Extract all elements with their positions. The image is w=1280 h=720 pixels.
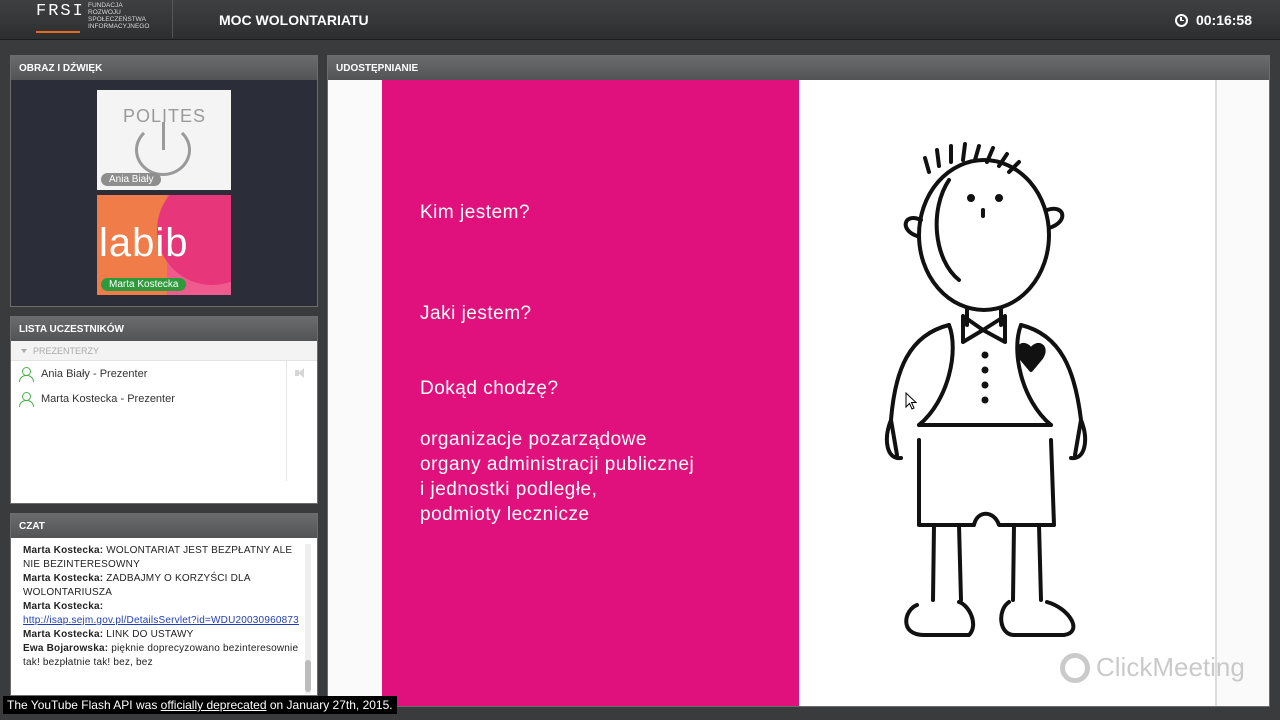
slide-list: organizacje pozarządowe organy administr… [420,427,694,527]
chat-author: Ewa Bojarowska: [23,643,109,654]
chat-scroll-thumb[interactable] [305,660,311,692]
slide-question-2: Jaki jestem? [420,303,532,324]
power-icon-line [162,122,165,150]
chat-author: Marta Kostecka: [23,601,104,612]
chat-header: CZAT [11,514,317,538]
participants-header: LISTA UCZESTNIKÓW [11,317,317,341]
sharing-header: UDOSTĘPNIANIE [328,56,1269,80]
group-label: PREZENTERZY [33,345,100,356]
deprecation-link[interactable]: officially deprecated [161,698,267,712]
participant-label: Marta Kostecka - Prezenter [41,392,175,405]
labib-logo: labib [99,221,189,265]
slide-area: Kim jestem? Jaki jestem? Dokąd chodzę? o… [328,80,1269,706]
chat-messages: Marta Kostecka: WOLONTARIAT JEST BEZPŁAT… [23,544,303,670]
slide-list-item: organizacje pozarządowe [420,429,647,450]
av-panel-body: POLITES Ania Biały labib Marta Kostecka [11,80,317,306]
user-icon [19,391,34,407]
chat-author: Marta Kostecka: [23,545,104,556]
chat-message: Marta Kostecka: ZADBAJMY O KORZYŚCI DLA … [23,572,303,600]
clickmeeting-watermark: ClickMeeting [1060,652,1245,683]
user-icon [19,366,34,382]
chat-message: Ewa Bojarowska: pięknie doprecyzowano be… [23,642,303,670]
speaker-icon[interactable] [295,368,309,378]
chat-author: Marta Kostecka: [23,573,104,584]
slide-list-item: i jednostki podległe, [420,479,598,500]
youtube-deprecation-notice: The YouTube Flash API was officially dep… [3,696,397,714]
video-thumb-ania[interactable]: POLITES Ania Biały [97,90,231,190]
clickmeeting-logo-icon [1060,652,1090,683]
chat-author: Marta Kostecka: [23,629,104,640]
frsi-logo: FRSI FUNDACJA ROZWOJU SPOŁECZEŃSTWA INFO… [20,0,172,38]
chat-message: Marta Kostecka: LINK DO USTAWY [23,628,303,642]
av-panel: OBRAZ I DŹWIĘK POLITES Ania Biały labib … [10,55,318,307]
slide-list-item: podmioty lecznicze [420,504,590,525]
notice-text-after: on January 27th, 2015. [266,698,393,712]
slide-illustration-area [799,80,1217,706]
timer-value: 00:16:58 [1195,12,1252,28]
video-thumb-marta[interactable]: labib Marta Kostecka [97,195,231,295]
participant-row[interactable]: Ania Biały - Prezenter [11,361,317,386]
sharing-panel: UDOSTĘPNIANIE Kim jestem? Jaki jestem? D… [327,55,1270,707]
chat-text: LINK DO USTAWY [106,629,194,640]
session-timer: 00:16:58 [1174,12,1252,28]
meeting-title: MOC WOLONTARIATU [219,12,369,28]
participants-group-header[interactable]: PREZENTERZY [11,341,317,361]
video-name-tag: Ania Biały [101,173,162,186]
participant-label: Ania Biały - Prezenter [41,367,148,380]
watermark-text: ClickMeeting [1096,652,1245,682]
video-name-tag: Marta Kostecka [101,278,187,291]
collapse-triangle-icon [21,348,27,353]
slide-question-1: Kim jestem? [420,202,531,223]
clock-icon [1174,13,1188,27]
chat-message: Marta Kostecka: http://isap.sejm.gov.pl/… [23,600,303,628]
chat-link[interactable]: http://isap.sejm.gov.pl/DetailsServlet?i… [23,615,299,626]
logo-underline [36,31,80,33]
top-bar: FRSI FUNDACJA ROZWOJU SPOŁECZEŃSTWA INFO… [0,0,1280,40]
av-panel-header: OBRAZ I DŹWIĘK [11,56,317,80]
participants-panel: LISTA UCZESTNIKÓW PREZENTERZY Ania Biały… [10,316,318,504]
slide-list-item: organy administracji publicznej [420,454,695,475]
logo-subtitle: FUNDACJA ROZWOJU SPOŁECZEŃSTWA INFORMACY… [88,2,150,30]
logo-main-text: FRSI [36,2,85,21]
slide-question-3: Dokąd chodzę? [420,378,559,399]
participants-scroll-track[interactable] [286,361,287,481]
mouse-cursor-icon [905,392,917,410]
notice-text-before: The YouTube Flash API was [7,698,161,712]
participant-row[interactable]: Marta Kostecka - Prezenter [11,386,317,411]
chat-panel: CZAT Marta Kostecka: WOLONTARIAT JEST BE… [10,513,318,696]
chat-message: Marta Kostecka: WOLONTARIAT JEST BEZPŁAT… [23,544,303,572]
boy-illustration [884,142,1088,637]
logo-divider [172,0,173,38]
